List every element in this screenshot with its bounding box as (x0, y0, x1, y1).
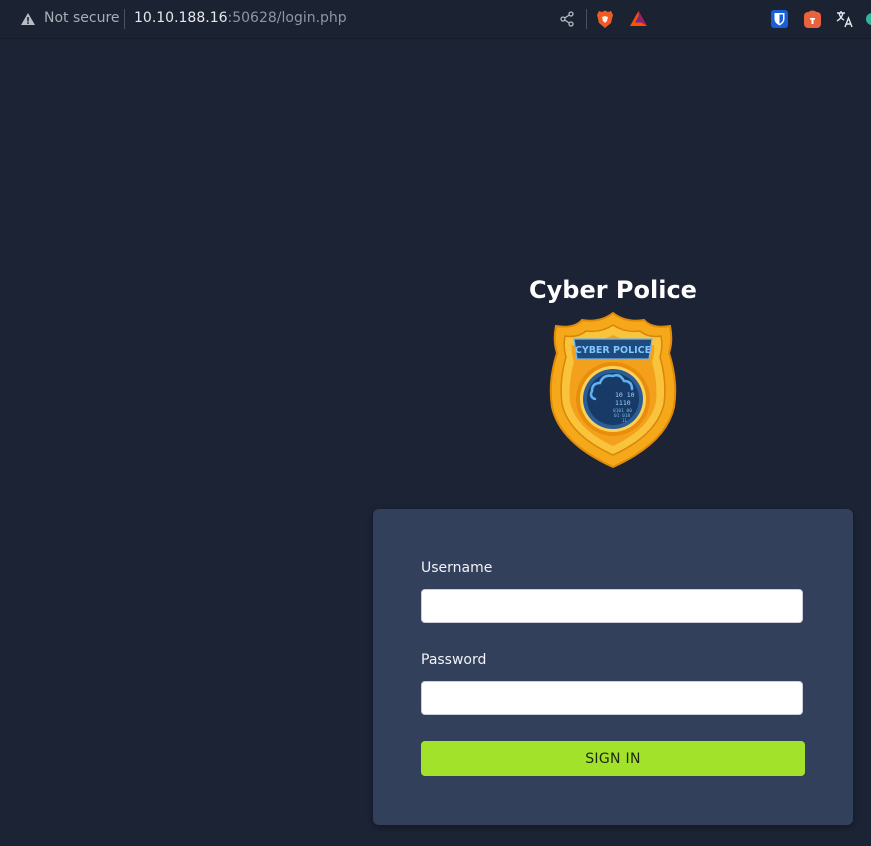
badge-digits-line-2: 1110 (615, 399, 631, 407)
password-manager-extension-icon[interactable] (804, 10, 821, 28)
url-host: 10.10.188.16 (134, 10, 228, 26)
url-path: :50628/login.php (227, 10, 347, 26)
username-label: Username (421, 560, 493, 576)
password-input[interactable] (421, 681, 803, 715)
bitwarden-extension-icon[interactable] (771, 10, 788, 28)
extension-icon[interactable] (865, 12, 871, 26)
warning-icon[interactable] (20, 11, 36, 27)
translate-extension-icon[interactable] (836, 10, 854, 28)
badge-banner-text: CYBER POLICE (575, 345, 651, 356)
login-card: Username Password SIGN IN (373, 509, 853, 825)
badge-digits-line-5: 11 (622, 418, 627, 423)
share-icon[interactable] (559, 11, 575, 27)
brave-rewards-icon[interactable] (629, 10, 648, 27)
password-label: Password (421, 652, 487, 668)
brave-shields-icon[interactable] (596, 9, 614, 29)
security-status-label[interactable]: Not secure (44, 10, 120, 26)
divider (586, 9, 587, 29)
badge-digits-line-1: 10 10 (615, 391, 635, 399)
address-bar[interactable]: 10.10.188.16:50628/login.php (134, 10, 347, 26)
browser-toolbar: Not secure 10.10.188.16:50628/login.php (0, 0, 871, 39)
page-title: Cyber Police (529, 276, 697, 304)
username-input[interactable] (421, 589, 803, 623)
sign-in-button[interactable]: SIGN IN (421, 741, 805, 776)
divider (124, 9, 125, 29)
cyber-police-badge-logo: CYBER POLICE 10 10 1110 0101 00 01 010 1… (549, 311, 677, 469)
